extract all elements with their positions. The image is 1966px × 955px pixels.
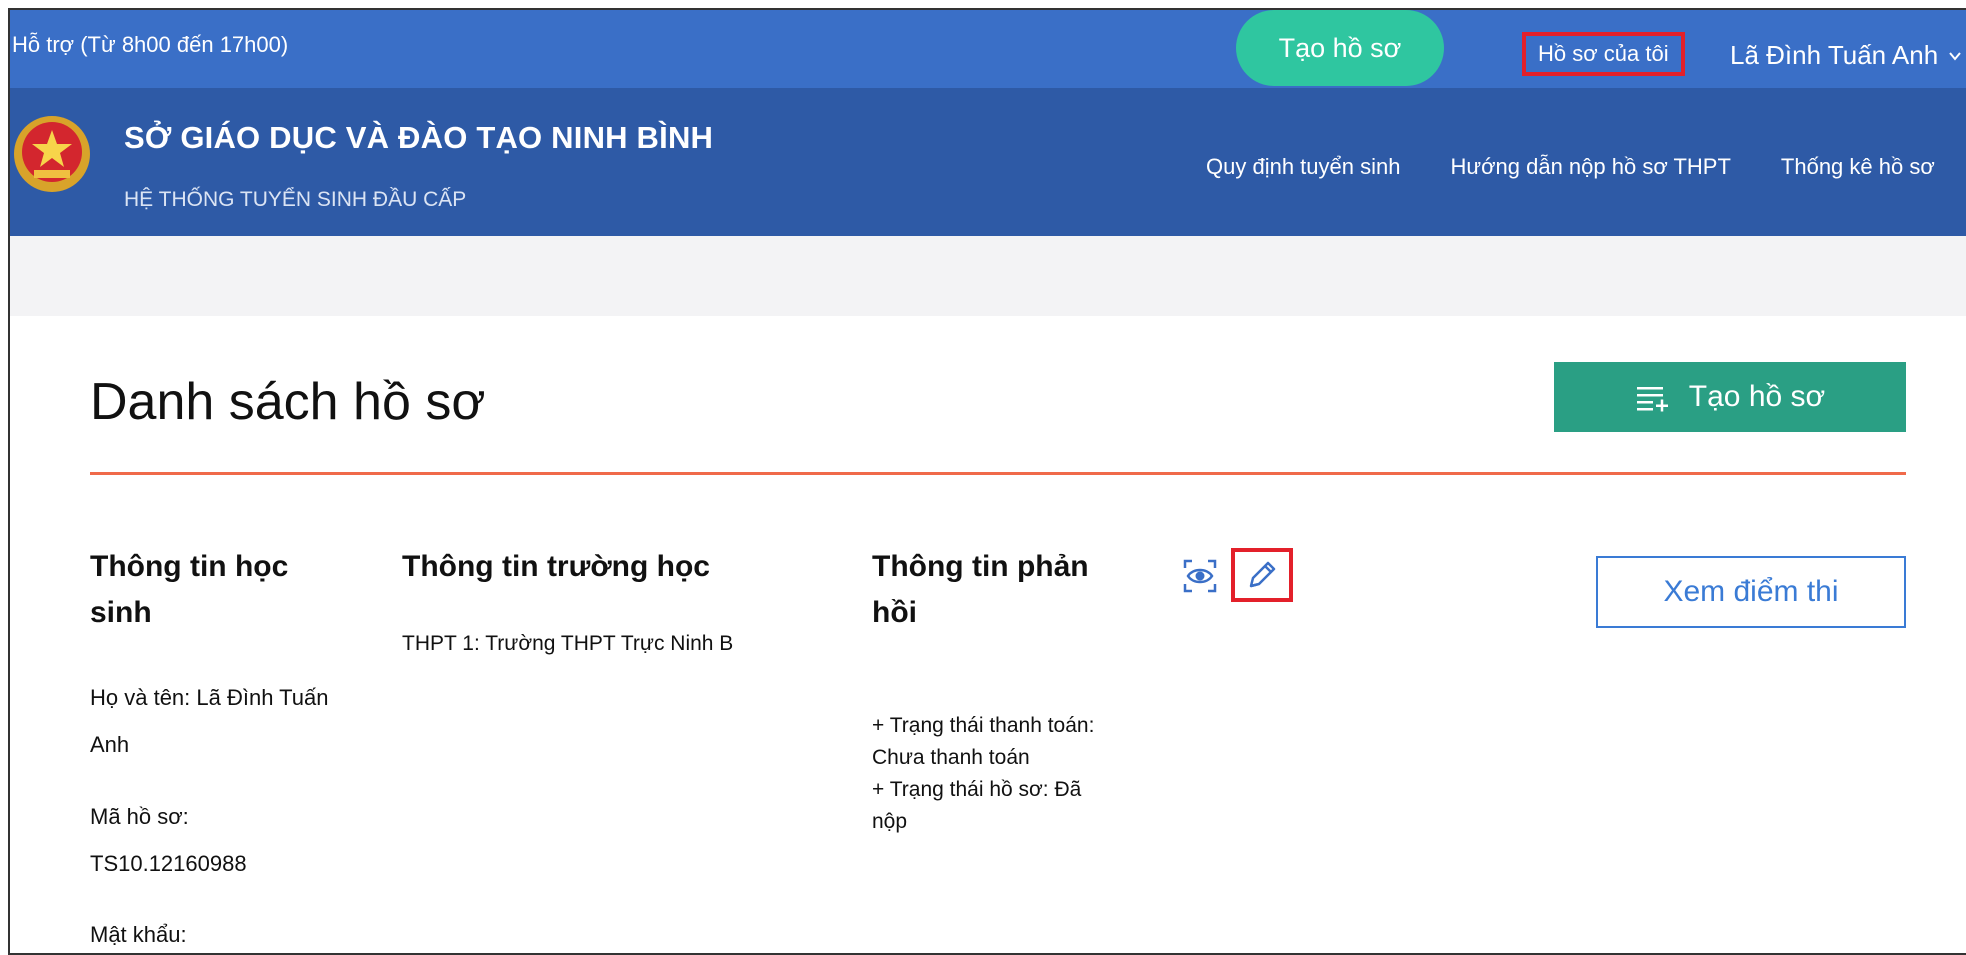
nav-admission-rules[interactable]: Quy định tuyển sinh: [1206, 154, 1400, 180]
eye-icon[interactable]: [1182, 558, 1218, 594]
app-window: Hỗ trợ (Từ 8h00 đến 17h00) Tạo hồ sơ Hồ …: [8, 8, 1966, 955]
chevron-down-icon: [1949, 51, 1961, 61]
create-profile-pill-button[interactable]: Tạo hồ sơ: [1236, 10, 1444, 86]
student-name-line-1: Họ và tên: Lã Đình Tuấn: [90, 685, 329, 710]
my-profile-link[interactable]: Hồ sơ của tôi: [1522, 32, 1685, 76]
support-bar: Hỗ trợ (Từ 8h00 đến 17h00) Tạo hồ sơ Hồ …: [10, 10, 1966, 88]
student-name-line-2: Anh: [90, 732, 130, 757]
profile-code-label: Mã hồ sơ:: [90, 804, 189, 829]
title-divider: [90, 472, 1906, 475]
org-subtitle: HỆ THỐNG TUYỂN SINH ĐẦU CẤP: [124, 188, 467, 211]
school-info-heading: Thông tin trường học: [402, 550, 710, 583]
create-button-label: Tạo hồ sơ: [1688, 380, 1826, 413]
profile-status-line: + Trạng thái hồ sơ: Đã: [872, 778, 1082, 801]
main-nav: Quy định tuyển sinh Hướng dẫn nộp hồ sơ …: [1206, 154, 1935, 180]
feedback-status: + Trạng thái thanh toán: Chưa thanh toán…: [872, 710, 1094, 838]
payment-status-value: Chưa thanh toán: [872, 746, 1030, 769]
nav-submission-guide[interactable]: Hướng dẫn nộp hồ sơ THPT: [1450, 154, 1730, 180]
spacer-band: [10, 236, 1966, 316]
view-scores-button[interactable]: Xem điểm thi: [1596, 556, 1906, 628]
password-label: Mật khẩu:: [90, 922, 187, 947]
student-info-heading: Thông tin học sinh: [90, 550, 289, 629]
profile-status-value: nộp: [872, 810, 908, 833]
emblem-icon: [14, 116, 90, 192]
site-header: SỞ GIÁO DỤC VÀ ĐÀO TẠO NINH BÌNH HỆ THỐN…: [10, 88, 1966, 236]
create-profile-button[interactable]: Tạo hồ sơ: [1554, 362, 1906, 432]
payment-status-line: + Trạng thái thanh toán:: [872, 714, 1095, 737]
pencil-icon: [1249, 561, 1276, 588]
edit-profile-button[interactable]: [1231, 548, 1293, 602]
support-hours: Hỗ trợ (Từ 8h00 đến 17h00): [12, 32, 289, 57]
nav-statistics[interactable]: Thống kê hồ sơ: [1781, 154, 1935, 180]
school-choice-1: THPT 1: Trường THPT Trực Ninh B: [402, 632, 734, 655]
list-add-icon: [1636, 387, 1668, 412]
user-menu[interactable]: Lã Đình Tuấn Anh: [1730, 40, 1962, 71]
profile-code-value: TS10.12160988: [90, 851, 247, 876]
feedback-info-heading: Thông tin phản hồi: [872, 550, 1089, 629]
org-title: SỞ GIÁO DỤC VÀ ĐÀO TẠO NINH BÌNH: [124, 120, 714, 155]
page-title: Danh sách hồ sơ: [90, 373, 486, 431]
user-name: Lã Đình Tuấn Anh: [1730, 40, 1939, 70]
